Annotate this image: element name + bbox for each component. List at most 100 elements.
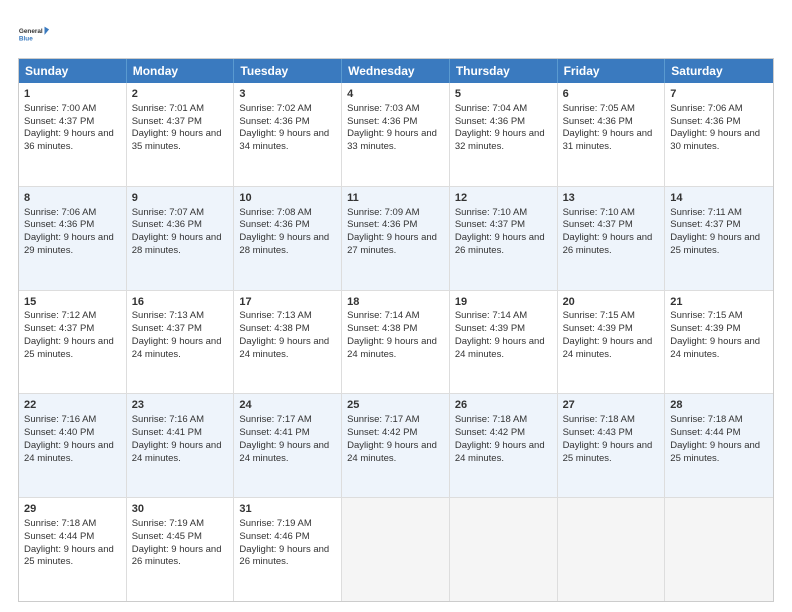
sunset-text: Sunset: 4:36 PM [239,116,336,129]
day-number: 4 [347,87,444,102]
daylight-text: Daylight: 9 hours and 24 minutes. [239,336,336,362]
daylight-text: Daylight: 9 hours and 32 minutes. [455,128,552,154]
sunrise-text: Sunrise: 7:00 AM [24,103,121,116]
calendar-cell: 30Sunrise: 7:19 AMSunset: 4:45 PMDayligh… [127,498,235,601]
sunrise-text: Sunrise: 7:12 AM [24,310,121,323]
sunset-text: Sunset: 4:36 PM [132,219,229,232]
calendar-cell: 17Sunrise: 7:13 AMSunset: 4:38 PMDayligh… [234,291,342,394]
day-number: 15 [24,295,121,310]
calendar-cell: 21Sunrise: 7:15 AMSunset: 4:39 PMDayligh… [665,291,773,394]
day-number: 26 [455,398,552,413]
calendar-header-day: Saturday [665,59,773,83]
calendar-cell: 6Sunrise: 7:05 AMSunset: 4:36 PMDaylight… [558,83,666,186]
sunset-text: Sunset: 4:37 PM [132,323,229,336]
calendar-cell: 31Sunrise: 7:19 AMSunset: 4:46 PMDayligh… [234,498,342,601]
calendar-cell: 22Sunrise: 7:16 AMSunset: 4:40 PMDayligh… [19,394,127,497]
daylight-text: Daylight: 9 hours and 24 minutes. [455,336,552,362]
sunset-text: Sunset: 4:42 PM [347,427,444,440]
day-number: 16 [132,295,229,310]
sunset-text: Sunset: 4:41 PM [132,427,229,440]
sunrise-text: Sunrise: 7:04 AM [455,103,552,116]
sunrise-text: Sunrise: 7:14 AM [347,310,444,323]
sunrise-text: Sunrise: 7:14 AM [455,310,552,323]
calendar-cell: 18Sunrise: 7:14 AMSunset: 4:38 PMDayligh… [342,291,450,394]
calendar-week-row: 29Sunrise: 7:18 AMSunset: 4:44 PMDayligh… [19,497,773,601]
logo: GeneralBlue [18,18,50,50]
calendar-week-row: 22Sunrise: 7:16 AMSunset: 4:40 PMDayligh… [19,393,773,497]
sunrise-text: Sunrise: 7:10 AM [563,207,660,220]
calendar-header-day: Monday [127,59,235,83]
sunrise-text: Sunrise: 7:13 AM [132,310,229,323]
sunrise-text: Sunrise: 7:05 AM [563,103,660,116]
sunset-text: Sunset: 4:36 PM [347,116,444,129]
calendar-cell: 28Sunrise: 7:18 AMSunset: 4:44 PMDayligh… [665,394,773,497]
calendar-cell: 13Sunrise: 7:10 AMSunset: 4:37 PMDayligh… [558,187,666,290]
sunset-text: Sunset: 4:36 PM [670,116,768,129]
daylight-text: Daylight: 9 hours and 26 minutes. [132,544,229,570]
calendar-cell: 29Sunrise: 7:18 AMSunset: 4:44 PMDayligh… [19,498,127,601]
daylight-text: Daylight: 9 hours and 34 minutes. [239,128,336,154]
calendar-header-day: Wednesday [342,59,450,83]
calendar-header-day: Friday [558,59,666,83]
calendar-cell [342,498,450,601]
header: GeneralBlue [18,18,774,50]
calendar-header-day: Tuesday [234,59,342,83]
calendar-cell: 11Sunrise: 7:09 AMSunset: 4:36 PMDayligh… [342,187,450,290]
day-number: 13 [563,191,660,206]
calendar-body: 1Sunrise: 7:00 AMSunset: 4:37 PMDaylight… [19,83,773,601]
sunrise-text: Sunrise: 7:03 AM [347,103,444,116]
daylight-text: Daylight: 9 hours and 27 minutes. [347,232,444,258]
daylight-text: Daylight: 9 hours and 28 minutes. [239,232,336,258]
sunset-text: Sunset: 4:42 PM [455,427,552,440]
daylight-text: Daylight: 9 hours and 28 minutes. [132,232,229,258]
calendar-header: SundayMondayTuesdayWednesdayThursdayFrid… [19,59,773,83]
calendar-cell: 24Sunrise: 7:17 AMSunset: 4:41 PMDayligh… [234,394,342,497]
sunset-text: Sunset: 4:36 PM [24,219,121,232]
calendar-cell: 14Sunrise: 7:11 AMSunset: 4:37 PMDayligh… [665,187,773,290]
sunrise-text: Sunrise: 7:19 AM [239,518,336,531]
sunset-text: Sunset: 4:40 PM [24,427,121,440]
day-number: 2 [132,87,229,102]
day-number: 18 [347,295,444,310]
calendar-cell: 5Sunrise: 7:04 AMSunset: 4:36 PMDaylight… [450,83,558,186]
sunset-text: Sunset: 4:39 PM [670,323,768,336]
daylight-text: Daylight: 9 hours and 24 minutes. [239,440,336,466]
sunset-text: Sunset: 4:38 PM [239,323,336,336]
sunrise-text: Sunrise: 7:18 AM [455,414,552,427]
calendar-cell: 4Sunrise: 7:03 AMSunset: 4:36 PMDaylight… [342,83,450,186]
calendar-cell [558,498,666,601]
sunset-text: Sunset: 4:36 PM [239,219,336,232]
calendar-week-row: 8Sunrise: 7:06 AMSunset: 4:36 PMDaylight… [19,186,773,290]
day-number: 27 [563,398,660,413]
sunrise-text: Sunrise: 7:08 AM [239,207,336,220]
calendar-cell: 20Sunrise: 7:15 AMSunset: 4:39 PMDayligh… [558,291,666,394]
day-number: 25 [347,398,444,413]
day-number: 23 [132,398,229,413]
calendar-cell: 7Sunrise: 7:06 AMSunset: 4:36 PMDaylight… [665,83,773,186]
sunset-text: Sunset: 4:44 PM [670,427,768,440]
sunrise-text: Sunrise: 7:15 AM [670,310,768,323]
day-number: 1 [24,87,121,102]
day-number: 9 [132,191,229,206]
daylight-text: Daylight: 9 hours and 24 minutes. [455,440,552,466]
daylight-text: Daylight: 9 hours and 25 minutes. [24,336,121,362]
sunset-text: Sunset: 4:37 PM [132,116,229,129]
calendar-header-day: Thursday [450,59,558,83]
day-number: 17 [239,295,336,310]
sunset-text: Sunset: 4:37 PM [24,116,121,129]
sunrise-text: Sunrise: 7:11 AM [670,207,768,220]
daylight-text: Daylight: 9 hours and 26 minutes. [455,232,552,258]
daylight-text: Daylight: 9 hours and 33 minutes. [347,128,444,154]
day-number: 22 [24,398,121,413]
day-number: 24 [239,398,336,413]
calendar-cell: 19Sunrise: 7:14 AMSunset: 4:39 PMDayligh… [450,291,558,394]
calendar-cell: 16Sunrise: 7:13 AMSunset: 4:37 PMDayligh… [127,291,235,394]
daylight-text: Daylight: 9 hours and 31 minutes. [563,128,660,154]
calendar-cell [665,498,773,601]
day-number: 21 [670,295,768,310]
calendar-cell: 27Sunrise: 7:18 AMSunset: 4:43 PMDayligh… [558,394,666,497]
sunrise-text: Sunrise: 7:13 AM [239,310,336,323]
day-number: 3 [239,87,336,102]
calendar-cell: 15Sunrise: 7:12 AMSunset: 4:37 PMDayligh… [19,291,127,394]
calendar-cell: 8Sunrise: 7:06 AMSunset: 4:36 PMDaylight… [19,187,127,290]
